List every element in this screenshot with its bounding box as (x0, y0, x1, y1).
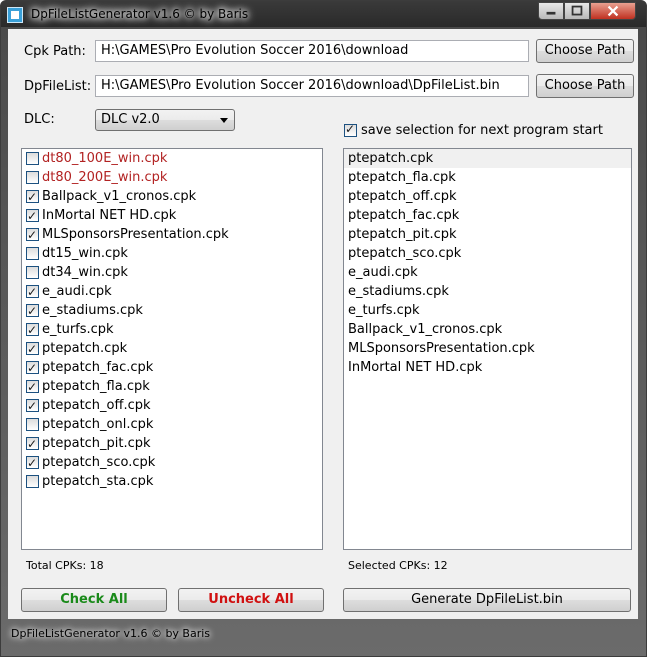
cpk-item-checkbox[interactable] (26, 475, 39, 488)
cpk-list-item[interactable]: InMortal NET HD.cpk (22, 206, 322, 226)
cpk-checklist[interactable]: dt80_100E_win.cpk dt80_200E_win.cpk Ballpa… (21, 148, 323, 550)
selected-list-item[interactable]: Ballpack_v1_cronos.cpk (344, 320, 631, 339)
cpk-item-label: dt80_100E_win.cpk (42, 151, 168, 166)
dlc-selected-value: DLC v2.0 (101, 112, 160, 127)
cpk-item-checkbox[interactable] (26, 359, 39, 378)
cpk-list-item[interactable]: MLSponsorsPresentation.cpk (22, 225, 322, 245)
cpk-item-label: ptepatch_sco.cpk (42, 455, 156, 470)
cpk-item-checkbox[interactable] (26, 397, 39, 416)
cpk-list-item[interactable]: e_turfs.cpk (22, 320, 322, 340)
cpk-list-item[interactable]: ptepatch_onl.cpk (22, 415, 322, 434)
maximize-icon (571, 5, 583, 16)
cpk-item-checkbox[interactable] (26, 435, 39, 454)
cpk-list-item[interactable]: ptepatch_fac.cpk (22, 358, 322, 378)
cpk-item-label: MLSponsorsPresentation.cpk (42, 227, 229, 242)
cpk-item-label: dt15_win.cpk (42, 246, 128, 261)
cpk-list-item[interactable]: e_stadiums.cpk (22, 301, 322, 321)
cpk-item-label: Ballpack_v1_cronos.cpk (42, 189, 197, 204)
cpk-item-checkbox[interactable] (26, 171, 39, 184)
cpk-item-checkbox[interactable] (26, 454, 39, 473)
choose-dpfilelist-path-button[interactable]: Choose Path (536, 74, 634, 98)
chevron-down-icon (220, 118, 228, 123)
cpk-item-label: ptepatch_off.cpk (42, 398, 151, 413)
selected-list-item[interactable]: ptepatch.cpk (344, 149, 631, 168)
selected-list-item[interactable]: e_turfs.cpk (344, 301, 631, 320)
close-icon (607, 5, 619, 17)
selected-list-item[interactable]: ptepatch_pit.cpk (344, 225, 631, 244)
cpk-item-label: ptepatch.cpk (42, 341, 128, 356)
check-all-button[interactable]: Check All (21, 588, 167, 612)
cpk-item-label: ptepatch_sta.cpk (42, 474, 154, 489)
cpk-item-label: ptepatch_fla.cpk (42, 379, 150, 394)
status-bar: DpFileListGenerator v1.6 © by Baris (1, 619, 646, 656)
cpk-list-item[interactable]: dt15_win.cpk (22, 244, 322, 263)
status-text: DpFileListGenerator v1.6 © by Baris (11, 627, 211, 640)
selected-cpk-list[interactable]: ptepatch.cpk ptepatch_fla.cpk ptepatch_off… (343, 148, 632, 550)
cpk-item-checkbox[interactable] (26, 188, 39, 207)
cpk-item-checkbox[interactable] (26, 321, 39, 340)
window-title: DpFileListGenerator v1.6 © by Baris (31, 7, 249, 21)
cpk-list-item[interactable]: ptepatch_sco.cpk (22, 453, 322, 473)
minimize-icon (546, 11, 556, 15)
dlc-select[interactable]: DLC v2.0 (95, 109, 235, 131)
dpfilelist-label: DpFileList: (24, 79, 92, 94)
cpk-item-label: ptepatch_pit.cpk (42, 436, 151, 451)
selected-cpks-label: Selected CPKs: 12 (348, 559, 448, 572)
cpk-item-label: e_stadiums.cpk (42, 303, 143, 318)
cpk-item-checkbox[interactable] (26, 340, 39, 359)
cpk-list-item[interactable]: ptepatch_fla.cpk (22, 377, 322, 397)
selected-list-item[interactable]: ptepatch_fla.cpk (344, 168, 631, 187)
cpk-item-checkbox[interactable] (26, 247, 39, 260)
cpk-item-label: ptepatch_onl.cpk (42, 417, 154, 432)
total-cpks-label: Total CPKs: 18 (26, 559, 104, 572)
client-area: Cpk Path: H:\GAMES\Pro Evolution Soccer … (8, 29, 638, 619)
cpk-item-checkbox[interactable] (26, 226, 39, 245)
cpk-list-item[interactable]: ptepatch_pit.cpk (22, 434, 322, 454)
cpk-list-item[interactable]: Ballpack_v1_cronos.cpk (22, 187, 322, 207)
cpk-list-item[interactable]: dt34_win.cpk (22, 263, 322, 282)
dlc-label: DLC: (24, 112, 55, 127)
cpk-list-item[interactable]: e_audi.cpk (22, 282, 322, 302)
minimize-button[interactable] (538, 2, 564, 20)
cpk-list-item[interactable]: ptepatch_sta.cpk (22, 472, 322, 491)
save-selection-label[interactable]: save selection for next program start (361, 123, 603, 138)
generate-button[interactable]: Generate DpFileList.bin (343, 588, 631, 612)
maximize-button[interactable] (564, 2, 590, 20)
cpk-list-item[interactable]: ptepatch.cpk (22, 339, 322, 359)
selected-list-item[interactable]: MLSponsorsPresentation.cpk (344, 339, 631, 358)
selected-list-item[interactable]: e_stadiums.cpk (344, 282, 631, 301)
cpk-item-checkbox[interactable] (26, 302, 39, 321)
title-bar[interactable]: DpFileListGenerator v1.6 © by Baris (1, 1, 646, 29)
selected-list-item[interactable]: e_audi.cpk (344, 263, 631, 282)
close-button[interactable] (590, 2, 636, 20)
cpk-item-checkbox[interactable] (26, 266, 39, 279)
cpk-item-label: InMortal NET HD.cpk (42, 208, 177, 223)
dpfilelist-input[interactable]: H:\GAMES\Pro Evolution Soccer 2016\downl… (95, 75, 529, 97)
selected-list-item[interactable]: ptepatch_off.cpk (344, 187, 631, 206)
cpk-path-label: Cpk Path: (24, 44, 86, 59)
cpk-item-label: e_turfs.cpk (42, 322, 114, 337)
save-selection-checkbox[interactable] (344, 122, 357, 137)
cpk-item-label: e_audi.cpk (42, 284, 112, 299)
cpk-item-checkbox[interactable] (26, 207, 39, 226)
selected-list-item[interactable]: InMortal NET HD.cpk (344, 358, 631, 377)
selected-list-item[interactable]: ptepatch_sco.cpk (344, 244, 631, 263)
cpk-item-label: dt80_200E_win.cpk (42, 170, 168, 185)
cpk-list-item[interactable]: dt80_100E_win.cpk (22, 149, 322, 168)
cpk-item-label: ptepatch_fac.cpk (42, 360, 154, 375)
cpk-item-checkbox[interactable] (26, 378, 39, 397)
selected-list-item[interactable]: ptepatch_fac.cpk (344, 206, 631, 225)
cpk-item-label: dt34_win.cpk (42, 265, 128, 280)
cpk-item-checkbox[interactable] (26, 418, 39, 431)
choose-cpk-path-button[interactable]: Choose Path (536, 39, 634, 63)
uncheck-all-button[interactable]: Uncheck All (178, 588, 324, 612)
app-window: DpFileListGenerator v1.6 © by Baris Cpk … (0, 0, 647, 657)
cpk-item-checkbox[interactable] (26, 152, 39, 165)
cpk-path-input[interactable]: H:\GAMES\Pro Evolution Soccer 2016\downl… (95, 40, 529, 62)
cpk-item-checkbox[interactable] (26, 283, 39, 302)
cpk-list-item[interactable]: ptepatch_off.cpk (22, 396, 322, 416)
cpk-list-item[interactable]: dt80_200E_win.cpk (22, 168, 322, 187)
app-icon (7, 7, 23, 23)
